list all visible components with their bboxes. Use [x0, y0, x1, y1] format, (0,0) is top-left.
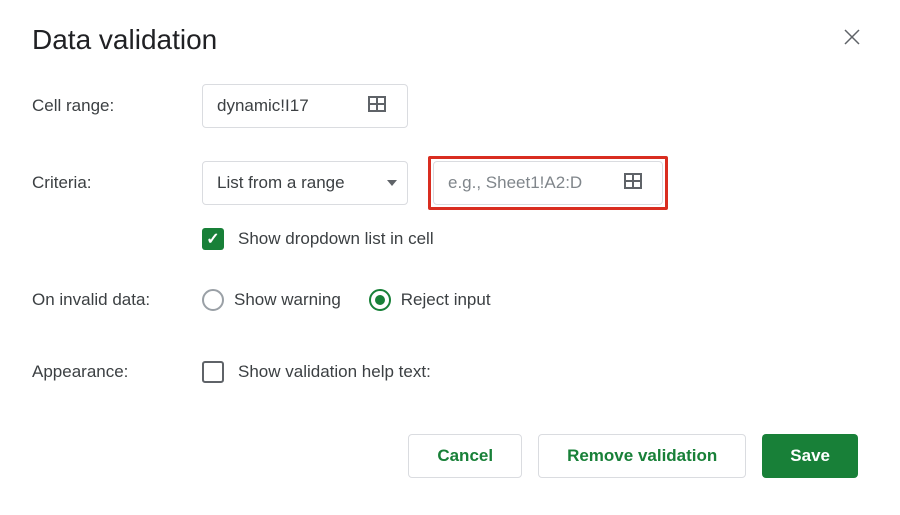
data-validation-dialog: Data validation Cell range: Criteria: Li…	[0, 0, 900, 502]
cell-range-label: Cell range:	[32, 96, 202, 116]
cell-range-input-wrapper[interactable]	[202, 84, 408, 128]
chevron-down-icon	[387, 180, 397, 186]
radio-reject-label: Reject input	[401, 290, 491, 310]
remove-validation-button[interactable]: Remove validation	[538, 434, 746, 478]
grid-icon[interactable]	[623, 171, 643, 196]
criteria-range-input-wrapper[interactable]	[433, 161, 663, 205]
show-dropdown-row: ✓ Show dropdown list in cell	[202, 228, 868, 250]
criteria-label: Criteria:	[32, 173, 202, 193]
help-text-label: Show validation help text:	[238, 362, 431, 382]
invalid-data-label: On invalid data:	[32, 290, 202, 310]
criteria-row: Criteria: List from a range	[32, 156, 868, 210]
radio-warning-label: Show warning	[234, 290, 341, 310]
help-text-checkbox[interactable]	[202, 361, 224, 383]
cell-range-input[interactable]	[217, 96, 367, 116]
dialog-title: Data validation	[32, 24, 868, 56]
cell-range-row: Cell range:	[32, 84, 868, 128]
radio-icon-selected	[369, 289, 391, 311]
invalid-data-row: On invalid data: Show warning Reject inp…	[32, 278, 868, 322]
button-bar: Cancel Remove validation Save	[32, 434, 868, 478]
check-icon: ✓	[206, 229, 219, 249]
radio-icon-unselected	[202, 289, 224, 311]
grid-icon[interactable]	[367, 94, 387, 119]
radio-reject-input[interactable]: Reject input	[369, 289, 491, 311]
appearance-row: Appearance: Show validation help text:	[32, 350, 868, 394]
criteria-dropdown[interactable]: List from a range	[202, 161, 408, 205]
cancel-button[interactable]: Cancel	[408, 434, 522, 478]
appearance-label: Appearance:	[32, 362, 202, 382]
criteria-range-input[interactable]	[448, 173, 623, 193]
criteria-selected-option: List from a range	[217, 173, 345, 193]
close-button[interactable]	[844, 28, 860, 51]
show-dropdown-checkbox[interactable]: ✓	[202, 228, 224, 250]
radio-show-warning[interactable]: Show warning	[202, 289, 341, 311]
close-icon	[844, 29, 860, 45]
radio-dot-icon	[375, 295, 385, 305]
show-dropdown-label: Show dropdown list in cell	[238, 229, 434, 249]
criteria-range-highlight	[428, 156, 668, 210]
save-button[interactable]: Save	[762, 434, 858, 478]
